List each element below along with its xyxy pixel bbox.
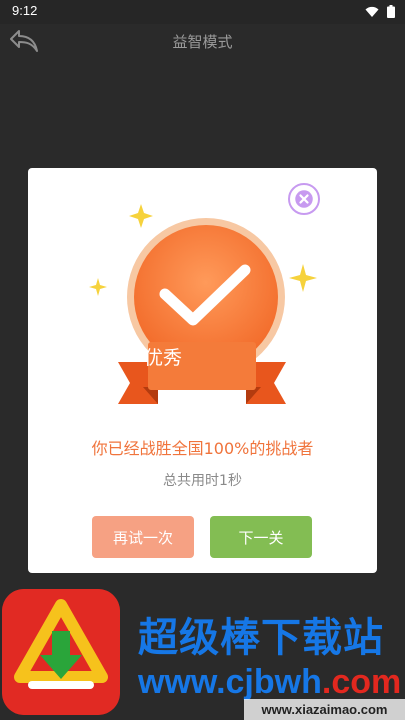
result-message: 你已经战胜全国100%的挑战者 (91, 439, 314, 458)
time-used-text: 总共用时1秒 (163, 473, 242, 489)
battery-icon (387, 5, 395, 18)
status-icons (365, 5, 395, 18)
promo-domain-main: www.cjbwh (138, 663, 322, 701)
sparkle-icon (89, 278, 107, 296)
trophy-badge-icon (89, 204, 317, 404)
status-bar: 9:12 (0, 0, 405, 24)
promo-site-name: 超级棒下载站 (138, 615, 384, 661)
sparkle-icon (289, 264, 317, 292)
result-dialog: 优秀 你已经战胜全国100%的挑战者 总共用时1秒 再试一次 下一关 (28, 168, 377, 573)
watermark: www.xiazaimao.com (244, 699, 405, 720)
promo-domain-suffix: .com (321, 663, 402, 701)
retry-button[interactable]: 再试一次 (92, 516, 194, 558)
page-title: 益智模式 (172, 33, 233, 51)
download-site-logo-icon (2, 589, 120, 715)
next-level-button[interactable]: 下一关 (210, 516, 312, 558)
wifi-icon (365, 6, 379, 17)
badge-label: 优秀 (143, 347, 182, 369)
promo-domain: www.cjbwh.com (138, 663, 401, 702)
sparkle-icon (129, 204, 153, 228)
app-bar: 益智模式 (0, 24, 405, 58)
status-time: 9:12 (12, 3, 38, 18)
